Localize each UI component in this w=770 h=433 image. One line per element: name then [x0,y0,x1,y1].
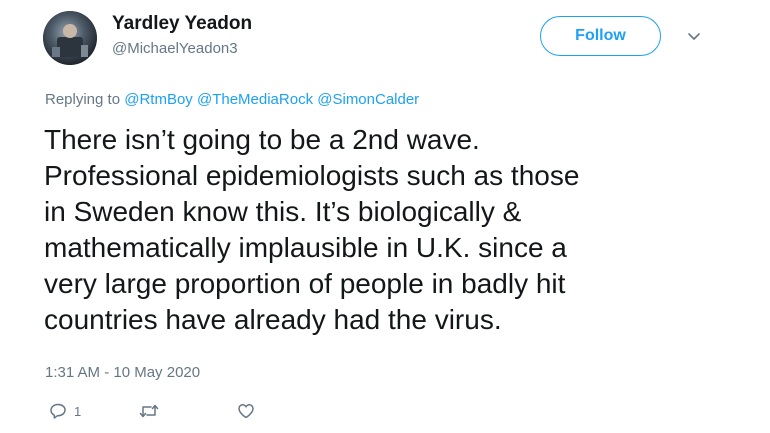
tweet-timestamp[interactable]: 1:31 AM - 10 May 2020 [45,364,200,381]
replying-to-label: Replying to [45,91,121,108]
more-menu-button[interactable] [683,26,705,48]
reply-icon [50,403,66,419]
tweet-text-line: Professional epidemiologists such as tho… [44,160,580,191]
display-name[interactable]: Yardley Yeadon [112,13,252,35]
mention-link[interactable]: @TheMediaRock [197,91,313,108]
chevron-down-icon [688,33,700,40]
avatar[interactable] [43,11,97,65]
retweet-icon [139,404,159,418]
mention-link[interactable]: @SimonCalder [317,91,419,108]
profile-photo-icon [43,11,97,65]
reply-button[interactable]: 1 [48,400,81,422]
mention-link[interactable]: @RtmBoy [124,91,193,108]
tweet-text-line: mathematically implausible in U.K. since… [44,232,567,263]
follow-button[interactable]: Follow [540,16,661,56]
tweet-text-line: There isn’t going to be a 2nd wave. [44,124,480,155]
reply-count: 1 [74,403,82,419]
tweet-text: There isn’t going to be a 2nd wave. Prof… [44,122,744,338]
heart-icon [238,404,254,419]
tweet-text-line: countries have already had the virus. [44,304,502,335]
retweet-button[interactable] [138,400,166,422]
user-handle[interactable]: @MichaelYeadon3 [112,40,238,57]
like-button[interactable] [236,400,262,422]
tweet-card: Yardley Yeadon @MichaelYeadon3 Follow Re… [0,0,770,433]
tweet-text-line: very large proportion of people in badly… [44,268,566,299]
tweet-text-line: in Sweden know this. It’s biologically & [44,196,522,227]
replying-to: Replying to @RtmBoy @TheMediaRock @Simon… [45,91,419,108]
